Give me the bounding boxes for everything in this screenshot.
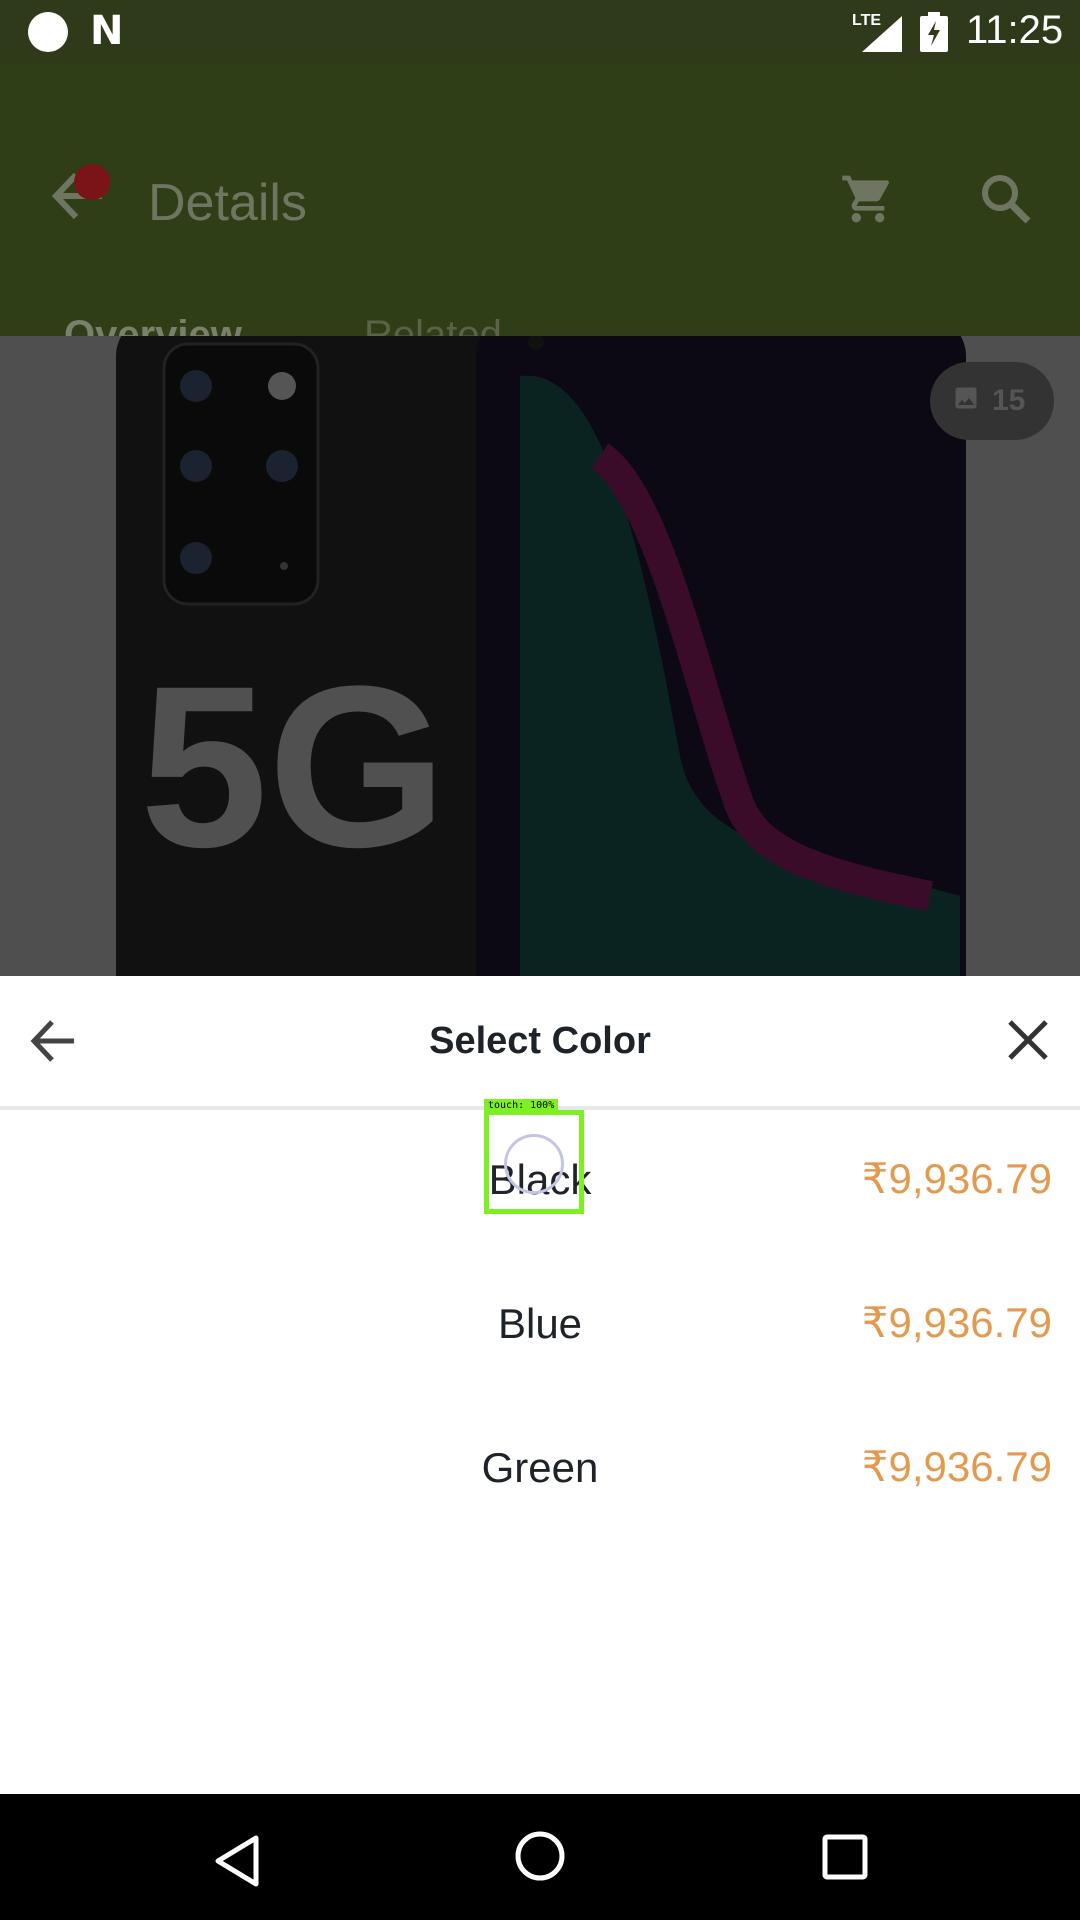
image-count-badge[interactable]: 15 xyxy=(930,362,1054,440)
page-title: Details xyxy=(148,174,307,232)
image-count: 15 xyxy=(992,384,1026,417)
notification-dot-icon xyxy=(28,12,68,52)
nav-recents-icon[interactable] xyxy=(822,1834,868,1880)
clock: 11:25 xyxy=(966,8,1064,52)
phone-illustration: 5G xyxy=(116,336,966,976)
sheet-title: Select Color xyxy=(429,1020,651,1062)
color-price: ₹9,936.79 xyxy=(861,1299,1052,1346)
search-icon[interactable] xyxy=(980,173,1032,225)
nav-home-icon[interactable] xyxy=(514,1830,566,1882)
color-price: ₹9,936.79 xyxy=(861,1155,1052,1202)
n-logo-icon: N xyxy=(90,8,124,54)
nav-back-icon[interactable] xyxy=(212,1834,262,1888)
app-bar: Details Overview Related xyxy=(0,63,1080,399)
touch-indicator-circle xyxy=(504,1134,564,1194)
image-icon xyxy=(955,387,977,409)
product-image[interactable]: 5G xyxy=(0,336,1080,976)
signal-icon xyxy=(862,16,902,52)
battery-charging-icon xyxy=(920,12,948,52)
product-headline: 5G xyxy=(140,638,447,895)
color-price: ₹9,936.79 xyxy=(861,1443,1052,1490)
cart-icon[interactable] xyxy=(840,171,896,227)
navigation-bar xyxy=(0,1794,1080,1920)
close-icon[interactable] xyxy=(1006,1018,1050,1062)
color-option-green[interactable]: Green ₹9,936.79 xyxy=(0,1398,1080,1542)
status-bar: N LTE 11:25 xyxy=(0,0,1080,63)
color-option-blue[interactable]: Blue ₹9,936.79 xyxy=(0,1254,1080,1398)
notification-badge xyxy=(74,164,110,200)
